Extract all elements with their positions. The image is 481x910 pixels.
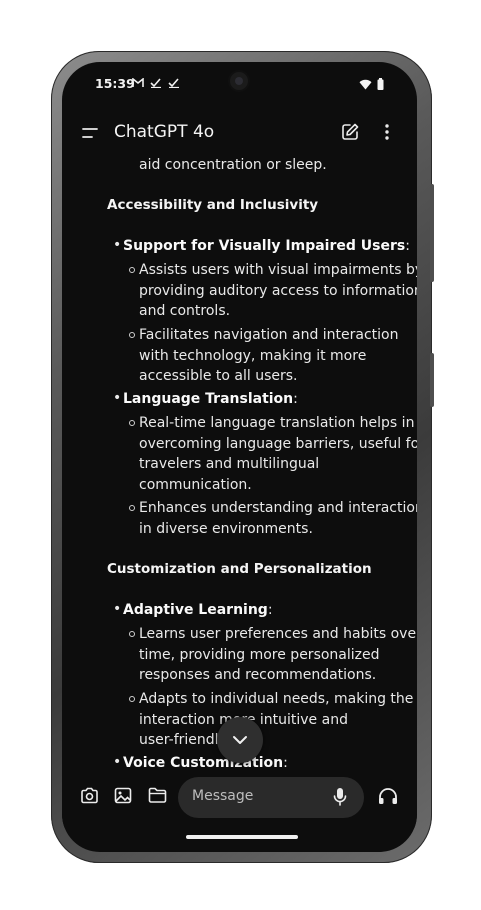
bullet-circle: [129, 631, 135, 637]
status-time: 15:39: [95, 76, 135, 91]
wifi-icon: [359, 79, 372, 89]
sub-item-line: Real-time language translation helps in: [139, 415, 415, 431]
sub-item-line: Adapts to individual needs, making the: [139, 691, 414, 707]
sub-item-line: time, providing more personalized: [139, 646, 380, 663]
edit-icon[interactable]: [341, 123, 359, 141]
camera-icon[interactable]: [80, 787, 99, 804]
sub-item-line: overcoming language barriers, useful for: [139, 435, 417, 452]
headphones-icon[interactable]: [378, 787, 398, 805]
sub-item-line: accessible to all users.: [139, 368, 298, 384]
gmail-icon: [132, 78, 144, 87]
sub-item-line: user-friendly.: [139, 732, 230, 748]
sub-item-line: communication.: [139, 476, 252, 493]
notification-icons: [132, 78, 180, 88]
section-heading: Accessibility and Inclusivity: [107, 197, 319, 213]
composer-bar: Message: [62, 774, 417, 828]
model-title[interactable]: ChatGPT 4o: [114, 122, 214, 142]
message-placeholder: Message: [192, 788, 254, 804]
bullet-circle: [129, 332, 135, 338]
bullet-circle: [129, 267, 135, 273]
list-item-title: Voice Customization: [123, 755, 284, 771]
check-icon: [168, 78, 179, 88]
list-item-suffix: :: [283, 755, 288, 771]
sub-item-line: interaction more intuitive and: [139, 711, 348, 728]
bullet-circle: [129, 505, 135, 511]
chat-response: aid concentration or sleep. Accessibilit…: [107, 157, 417, 771]
check-icon: [150, 78, 161, 88]
system-icons: [359, 78, 384, 90]
status-bar: 15:39: [62, 62, 417, 108]
more-vert-icon[interactable]: [384, 124, 390, 140]
list-item-title: Support for Visually Impaired Users: [123, 238, 406, 254]
sub-item-line: Enhances understanding and interaction: [139, 500, 417, 516]
volume-button: [430, 184, 434, 282]
folder-icon[interactable]: [148, 787, 167, 803]
app-bar: ChatGPT 4o: [62, 112, 417, 154]
sub-item-line: responses and recommendations.: [139, 667, 377, 683]
sub-item-line: travelers and multilingual: [139, 456, 320, 472]
bullet-circle: [129, 696, 135, 702]
phone-screen: 15:39 ChatGPT 4o aid concentration or sl…: [62, 62, 417, 852]
list-item-suffix: :: [267, 602, 273, 618]
scroll-down-button[interactable]: [217, 717, 263, 763]
sub-item-line: Assists users with visual impairments by: [139, 262, 417, 278]
front-camera: [230, 72, 248, 90]
sub-item-line: Learns user preferences and habits over: [139, 626, 417, 642]
response-fragment: aid concentration or sleep.: [139, 157, 327, 173]
list-item-title: Language Translation: [123, 391, 294, 407]
bullet-circle: [129, 420, 135, 426]
power-button: [430, 353, 434, 407]
sub-item-line: Facilitates navigation and interaction: [139, 327, 399, 343]
section-heading: Customization and Personalization: [107, 561, 372, 577]
image-icon[interactable]: [114, 787, 132, 804]
sub-item-line: and controls.: [139, 303, 231, 319]
list-item-suffix: :: [405, 238, 410, 254]
mic-icon[interactable]: [333, 787, 347, 807]
sub-item-line: with technology, making it more: [139, 347, 367, 364]
sub-item-line: in diverse environments.: [139, 520, 313, 537]
list-item-title: Adaptive Learning: [123, 602, 268, 618]
sub-item-line: providing auditory access to information: [139, 282, 417, 299]
list-item-suffix: :: [293, 391, 298, 407]
battery-icon: [377, 78, 384, 90]
message-input[interactable]: Message: [178, 777, 364, 818]
menu-icon[interactable]: [82, 127, 98, 139]
home-indicator[interactable]: [186, 835, 298, 839]
chevron-down-icon: [233, 736, 247, 744]
